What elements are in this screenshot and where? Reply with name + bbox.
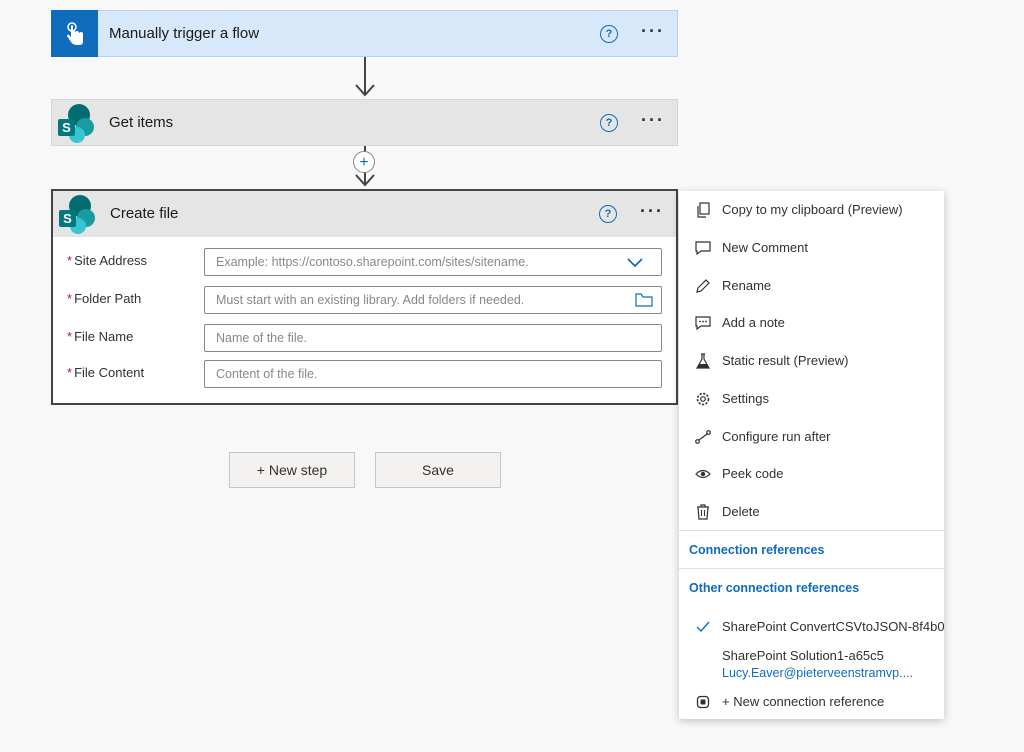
trigger-card[interactable]: Manually trigger a flow ? ··· — [51, 10, 678, 57]
connection-account: Lucy.Eaver@pieterveenstramvp.... — [722, 666, 914, 680]
menu-item-static-result[interactable]: Static result (Preview) — [679, 343, 944, 379]
menu-item-label: Settings — [722, 391, 769, 406]
site-address-label: * Site Address — [67, 253, 147, 268]
menu-item-run-after[interactable]: Configure run after — [679, 419, 944, 455]
file-content-placeholder: Content of the file. — [216, 367, 318, 381]
file-content-label-text: File Content — [74, 365, 145, 380]
trash-icon — [695, 504, 711, 520]
checkmark-icon — [695, 619, 711, 635]
file-name-placeholder: Name of the file. — [216, 331, 308, 345]
menu-item-label: Peek code — [722, 466, 784, 481]
trigger-title: Manually trigger a flow — [109, 25, 260, 42]
menu-item-copy[interactable]: Copy to my clipboard (Preview) — [679, 192, 944, 228]
menu-item-label: Static result (Preview) — [722, 353, 849, 368]
other-connection-references-heading: Other connection references — [689, 581, 860, 595]
svg-text:S: S — [62, 120, 71, 135]
insert-step-button[interactable]: + — [353, 151, 375, 173]
more-options-button[interactable]: ··· — [641, 21, 665, 41]
more-options-button[interactable]: ··· — [641, 110, 665, 130]
menu-divider — [679, 530, 944, 531]
required-marker: * — [67, 253, 73, 268]
connection-icon — [695, 694, 711, 710]
pencil-icon — [695, 278, 711, 294]
more-options-button[interactable]: ··· — [640, 201, 664, 221]
run-after-icon — [695, 429, 711, 445]
beaker-icon — [695, 353, 711, 369]
arrow-down-icon — [355, 174, 375, 187]
folder-path-label-text: Folder Path — [74, 291, 142, 306]
new-connection-label: + New connection reference — [722, 694, 885, 709]
menu-item-label: Copy to my clipboard (Preview) — [722, 202, 903, 217]
required-marker: * — [67, 291, 73, 306]
help-icon[interactable]: ? — [600, 25, 618, 43]
copy-icon — [695, 202, 711, 218]
create-file-header[interactable]: S Create file ? ··· — [53, 191, 676, 237]
sharepoint-icon: S — [53, 191, 99, 237]
touch-trigger-icon — [51, 10, 98, 57]
menu-item-label: Configure run after — [722, 429, 831, 444]
get-items-header[interactable]: S Get items ? ··· — [52, 100, 677, 146]
file-content-input[interactable]: Content of the file. — [204, 360, 662, 388]
arrow-down-icon — [355, 84, 375, 97]
menu-divider — [679, 568, 944, 569]
site-address-input[interactable]: Example: https://contoso.sharepoint.com/… — [204, 248, 662, 276]
menu-item-label: Add a note — [722, 315, 785, 330]
save-button[interactable]: Save — [375, 452, 501, 488]
connection-name: SharePoint Solution1-a65c5 — [722, 648, 884, 663]
file-content-label: * File Content — [67, 365, 144, 380]
create-file-title: Create file — [110, 205, 179, 222]
file-name-label-text: File Name — [74, 329, 134, 344]
menu-item-add-note[interactable]: Add a note — [679, 305, 944, 341]
note-icon — [695, 315, 711, 331]
connection-references-link[interactable]: Connection references — [689, 543, 824, 557]
help-icon[interactable]: ? — [600, 114, 618, 132]
create-file-card[interactable]: S Create file ? ··· * Site Address Exampl… — [51, 189, 678, 405]
menu-item-label: New Comment — [722, 240, 808, 255]
connection-name: SharePoint ConvertCSVtoJSON-8f4b0 — [722, 619, 945, 634]
new-step-button[interactable]: + New step — [229, 452, 355, 488]
svg-text:S: S — [63, 211, 72, 226]
help-icon[interactable]: ? — [599, 205, 617, 223]
file-name-input[interactable]: Name of the file. — [204, 324, 662, 352]
file-name-row: * File Name Name of the file. — [53, 323, 676, 353]
connection-option-solution1[interactable]: SharePoint Solution1-a65c5 Lucy.Eaver@pi… — [679, 638, 944, 684]
menu-item-new-comment[interactable]: New Comment — [679, 230, 944, 266]
action-context-menu: Copy to my clipboard (Preview) New Comme… — [679, 191, 945, 720]
new-connection-reference-button[interactable]: + New connection reference — [679, 684, 944, 720]
menu-item-label: Delete — [722, 504, 760, 519]
menu-item-settings[interactable]: Settings — [679, 381, 944, 417]
file-name-label: * File Name — [67, 329, 133, 344]
menu-item-label: Rename — [722, 278, 772, 293]
folder-path-label: * Folder Path — [67, 291, 141, 306]
folder-path-input[interactable]: Must start with an existing library. Add… — [204, 286, 662, 314]
menu-item-peek-code[interactable]: Peek code — [679, 456, 944, 492]
site-address-placeholder: Example: https://contoso.sharepoint.com/… — [216, 255, 529, 269]
folder-icon[interactable] — [635, 293, 653, 307]
menu-item-rename[interactable]: Rename — [679, 268, 944, 304]
chevron-down-icon[interactable] — [627, 258, 643, 268]
folder-path-placeholder: Must start with an existing library. Add… — [216, 293, 525, 307]
required-marker: * — [67, 329, 73, 344]
sharepoint-icon: S — [52, 100, 98, 146]
trigger-header[interactable]: Manually trigger a flow ? ··· — [51, 10, 677, 57]
gear-icon — [695, 391, 711, 407]
eye-icon — [695, 466, 711, 482]
folder-path-row: * Folder Path Must start with an existing… — [53, 285, 676, 315]
required-marker: * — [67, 365, 73, 380]
site-address-row: * Site Address Example: https://contoso.s… — [53, 247, 676, 277]
get-items-title: Get items — [109, 114, 174, 131]
get-items-card[interactable]: S Get items ? ··· — [51, 99, 678, 146]
menu-item-delete[interactable]: Delete — [679, 494, 944, 530]
comment-icon — [695, 240, 711, 256]
file-content-row: * File Content Content of the file. — [53, 359, 676, 389]
site-address-label-text: Site Address — [74, 253, 148, 268]
